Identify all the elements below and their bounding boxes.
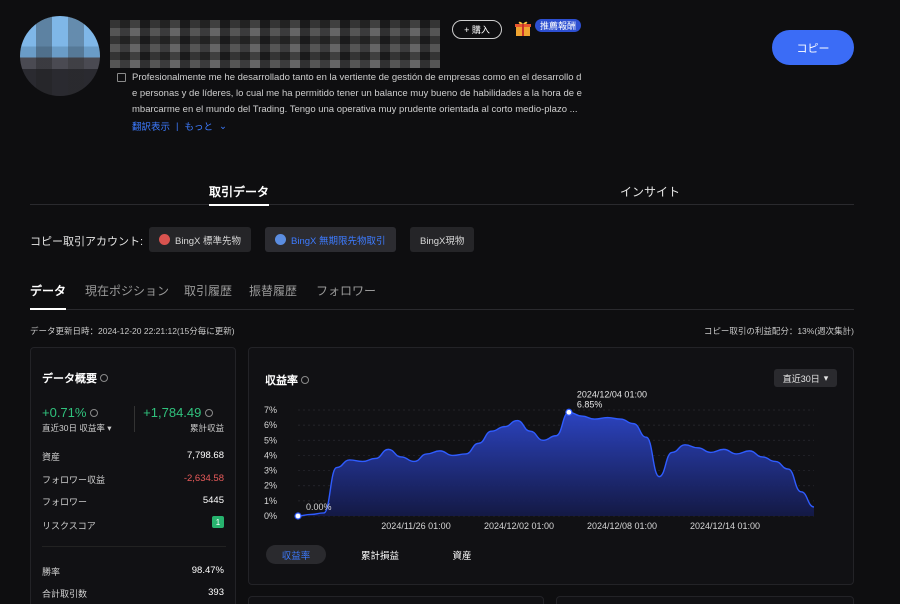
x-tick-label: 2024/12/08 01:00: [587, 521, 657, 531]
y-tick-label: 7%: [264, 405, 277, 415]
shield-icon: [159, 234, 170, 245]
account-chip-standard[interactable]: BingX 標準先物: [149, 227, 251, 252]
tooltip-date: 2024/12/04 01:00: [577, 389, 647, 399]
row-value-follower-profit: -2,634.58: [183, 473, 224, 484]
bottom-card: [556, 596, 854, 604]
gift-icon[interactable]: [514, 19, 532, 37]
start-label: 0.00%: [306, 502, 332, 512]
chart-tab-cumulative-pnl[interactable]: 累計損益: [350, 545, 410, 564]
row-label-assets: 資産: [42, 452, 61, 462]
chart-title: 収益率: [265, 372, 310, 388]
tab-trade-history[interactable]: 取引履歴: [184, 282, 232, 299]
sub-tabs: データ 現在ポジション 取引履歴 振替履歴 フォロワー: [30, 276, 854, 310]
profit-share-text: コピー取引の利益配分：13%(週次集計): [703, 326, 854, 336]
row-value-assets: 7,798.68: [187, 450, 224, 461]
account-chip-perpetual[interactable]: BingX 無期限先物取引: [265, 227, 396, 252]
copy-button[interactable]: コピー: [772, 30, 854, 65]
tab-trade-data[interactable]: 取引データ: [209, 183, 270, 206]
start-point: [294, 512, 302, 520]
info-icon[interactable]: [205, 409, 213, 417]
profit-rate-chart[interactable]: 7% 6% 5% 4% 3% 2% 1% 0% 2024/11/26 01:00 2024/12/…: [248, 347, 854, 585]
account-chip-spot[interactable]: BingX現物: [410, 227, 475, 252]
row-label-followers: フォロワー: [42, 497, 88, 507]
divider: [134, 406, 135, 432]
info-icon[interactable]: [301, 376, 310, 384]
caret-down-icon: ▾: [823, 372, 829, 383]
tooltip-value: 6.85%: [577, 399, 603, 409]
overview-pct-label[interactable]: 直近30日 収益率 ▾: [42, 422, 111, 434]
row-label-risk: リスクスコア: [42, 521, 96, 531]
y-tick-label: 5%: [264, 435, 277, 445]
row-label-follower-profit: フォロワー収益: [42, 475, 106, 485]
tab-data[interactable]: データ: [30, 282, 67, 310]
y-tick-label: 2%: [264, 481, 277, 491]
x-tick-label: 2024/11/26 01:00: [381, 521, 450, 531]
tab-positions[interactable]: 現在ポジション: [85, 282, 169, 299]
risk-score-badge: 1: [212, 516, 224, 528]
info-icon[interactable]: [100, 374, 109, 382]
updated-timestamp: データ更新日時：2024-12-20 22:21:12(15分毎に更新): [30, 326, 235, 336]
bio-actions: 翻訳表示 | もっと ⌄: [132, 119, 227, 134]
overview-profit-label: 累計収益: [189, 423, 224, 433]
tab-insight[interactable]: インサイト: [620, 183, 680, 200]
row-value-winrate: 98.47%: [191, 565, 224, 576]
y-tick-label: 3%: [264, 466, 277, 476]
main-tabs: 取引データ インサイト: [30, 175, 854, 206]
more-link[interactable]: もっと: [184, 119, 213, 133]
peak-point: [565, 408, 573, 416]
translate-link[interactable]: 翻訳表示: [132, 119, 170, 133]
overview-profit: +1,784.49: [143, 405, 213, 420]
username-blurred: [110, 20, 440, 68]
y-tick-label: 6%: [264, 420, 277, 430]
x-tick-label: 2024/12/02 01:00: [484, 521, 554, 531]
bio-text: Profesionalmente me he desarrollado tant…: [132, 72, 582, 115]
divider: [42, 546, 226, 547]
chart-tab-profit-rate[interactable]: 収益率: [266, 545, 326, 564]
row-value-followers: 5445: [202, 495, 224, 506]
y-tick-label: 0%: [264, 511, 277, 521]
y-tick-label: 4%: [264, 450, 277, 460]
row-label-winrate: 勝率: [42, 567, 61, 577]
tab-transfer-history[interactable]: 振替履歴: [249, 282, 297, 299]
buy-button[interactable]: + 購入: [452, 20, 502, 39]
chevron-down-icon[interactable]: ⌄: [219, 121, 227, 132]
row-label-total-trades: 合計取引数: [42, 589, 88, 599]
series-area: [298, 412, 814, 516]
overview-pct: +0.71%: [42, 405, 99, 420]
row-value-total-trades: 393: [208, 587, 224, 598]
y-tick-label: 1%: [264, 496, 277, 506]
info-icon[interactable]: [90, 409, 99, 417]
x-tick-label: 2024/12/14 01:00: [690, 521, 760, 531]
overview-title: データ概要: [42, 370, 109, 386]
gear-icon: [275, 234, 286, 245]
range-select[interactable]: 直近30日 ▾: [774, 369, 837, 387]
chart-tab-assets[interactable]: 資産: [432, 545, 492, 564]
recommend-badge[interactable]: 推薦報酬: [535, 19, 582, 32]
caret-down-icon[interactable]: ▾: [107, 423, 111, 433]
tab-followers[interactable]: フォロワー: [316, 282, 376, 299]
bottom-card: [248, 596, 544, 604]
bio-icon: [117, 73, 126, 82]
copy-accounts-label: コピー取引アカウント:: [30, 236, 144, 248]
avatar[interactable]: [20, 16, 100, 96]
